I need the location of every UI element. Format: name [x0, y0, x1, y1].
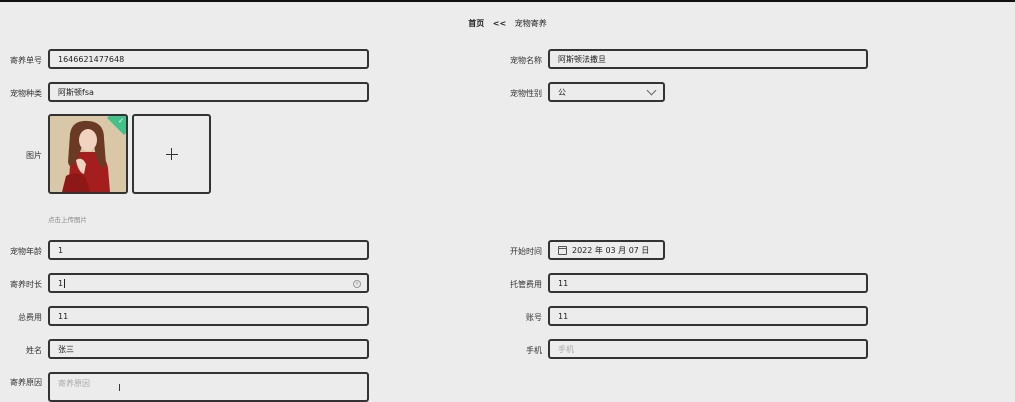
pet-age-input[interactable]: 1 [48, 240, 369, 260]
pet-type-value: 阿斯顿fsa [58, 87, 94, 97]
order-no-label: 寄养单号 [10, 56, 42, 65]
breadcrumb-separator: << [492, 19, 507, 28]
chevron-down-icon [646, 85, 657, 96]
phone-input[interactable]: 手机 [548, 339, 868, 359]
pet-name-input[interactable]: 阿斯顿法撒旦 [548, 49, 868, 69]
reason-label: 寄养原因 [10, 378, 42, 387]
start-time-picker[interactable]: 2022 年 03 月 07 日 [548, 240, 665, 260]
start-time-value: 2022 年 03 月 07 日 [572, 245, 650, 255]
pet-type-input[interactable]: 阿斯顿fsa [48, 82, 369, 102]
start-time-label: 开始时间 [510, 247, 542, 256]
uploaded-photo [50, 116, 126, 192]
account-label: 账号 [526, 313, 542, 322]
ibeam-cursor-icon: I [118, 383, 121, 394]
order-no-input[interactable]: 1646621477648 [48, 49, 369, 69]
duration-label: 寄养时长 [10, 280, 42, 289]
duration-value: 1 [58, 278, 64, 288]
pet-gender-label: 宠物性别 [510, 89, 542, 98]
duration-input[interactable]: 1 × [48, 273, 369, 293]
clear-circle-icon[interactable]: × [353, 280, 361, 288]
order-no-value: 1646621477648 [58, 54, 125, 64]
name-value: 张三 [58, 344, 74, 354]
pet-gender-select[interactable]: 公 [548, 82, 665, 102]
total-fee-label: 总费用 [18, 313, 42, 322]
uploaded-image-thumbnail[interactable]: ✓ [48, 114, 128, 194]
total-fee-input[interactable]: 11 [48, 306, 369, 326]
name-input[interactable]: 张三 [48, 339, 369, 359]
pet-type-label: 宠物种类 [10, 89, 42, 98]
account-value: 11 [558, 311, 569, 321]
breadcrumb-current: 宠物寄养 [514, 19, 547, 28]
reason-textarea[interactable]: 寄养原因 [48, 372, 369, 402]
checkmark-icon: ✓ [118, 117, 124, 125]
pet-name-label: 宠物名称 [510, 56, 542, 65]
pet-age-label: 宠物年龄 [10, 247, 42, 256]
phone-placeholder: 手机 [558, 344, 574, 354]
breadcrumb: 首页 << 宠物寄养 [0, 18, 1015, 29]
upload-hint: 点击上传图片 [48, 216, 87, 224]
reason-placeholder: 寄养原因 [58, 379, 90, 388]
care-fee-value: 11 [558, 278, 569, 288]
pet-name-value: 阿斯顿法撒旦 [558, 54, 606, 64]
breadcrumb-home[interactable]: 首页 [468, 19, 484, 28]
account-input[interactable]: 11 [548, 306, 868, 326]
total-fee-value: 11 [58, 311, 69, 321]
phone-label: 手机 [526, 346, 542, 355]
name-label: 姓名 [26, 346, 42, 355]
plus-icon [165, 148, 178, 160]
image-label: 图片 [26, 151, 42, 160]
text-caret [64, 278, 66, 288]
pet-gender-value: 公 [558, 87, 566, 97]
top-border [0, 0, 1015, 2]
care-fee-input[interactable]: 11 [548, 273, 868, 293]
upload-add-button[interactable] [132, 114, 211, 194]
pet-age-value: 1 [58, 245, 64, 255]
calendar-icon [558, 245, 567, 255]
care-fee-label: 托管费用 [510, 280, 542, 289]
